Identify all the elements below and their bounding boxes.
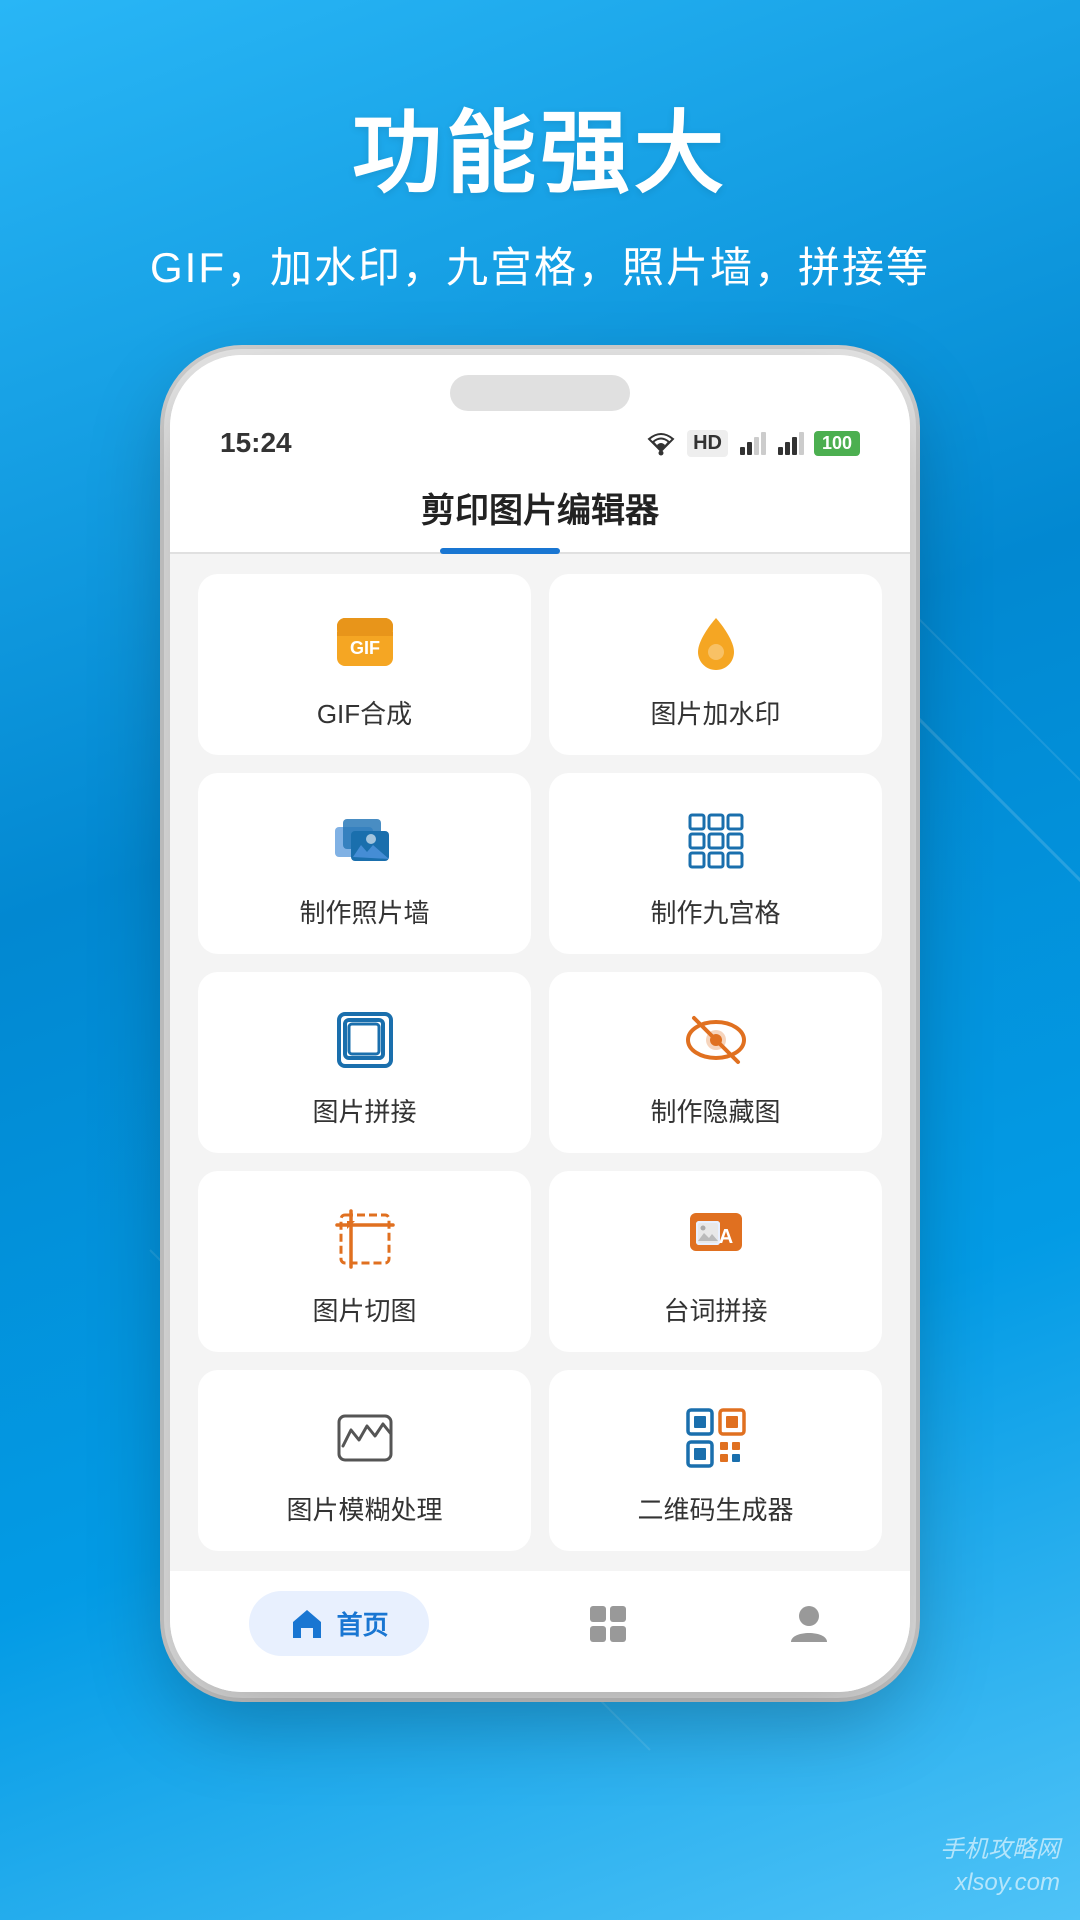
svg-text:GIF: GIF xyxy=(350,638,380,658)
feature-blur-label: 图片模糊处理 xyxy=(286,1490,442,1527)
feature-blur[interactable]: 图片模糊处理 xyxy=(198,1370,531,1551)
home-icon xyxy=(289,1606,325,1642)
feature-crop-label: 图片切图 xyxy=(312,1291,416,1328)
feature-qrcode-label: 二维码生成器 xyxy=(637,1490,793,1527)
feature-stitch-label: 图片拼接 xyxy=(312,1092,416,1129)
feature-watermark[interactable]: 图片加水印 xyxy=(549,574,882,755)
hd-badge: HD xyxy=(687,430,728,457)
wifi-icon xyxy=(645,429,677,457)
nine-grid-icon xyxy=(680,805,752,877)
feature-qrcode[interactable]: 二维码生成器 xyxy=(549,1370,882,1551)
status-time: 15:24 xyxy=(220,427,292,459)
phone-notch xyxy=(450,375,630,411)
feature-nine-grid[interactable]: 制作九宫格 xyxy=(549,773,882,954)
battery-icon: 100 xyxy=(814,431,860,456)
feature-dialogue[interactable]: A 台词拼接 xyxy=(549,1171,882,1352)
gif-icon: GIF xyxy=(329,606,401,678)
person-icon xyxy=(787,1602,831,1646)
feature-hidden[interactable]: 制作隐藏图 xyxy=(549,972,882,1153)
bottom-nav: 首页 xyxy=(170,1571,910,1692)
crop-icon xyxy=(329,1203,401,1275)
stitch-icon xyxy=(329,1004,401,1076)
watermark: 手机攻略网xlsoy.com xyxy=(940,1833,1060,1900)
feature-gif-label: GIF合成 xyxy=(317,694,412,731)
feature-dialogue-label: 台词拼接 xyxy=(663,1291,767,1328)
status-bar: 15:24 HD xyxy=(210,427,870,459)
feature-photo-wall-label: 制作照片墙 xyxy=(299,893,429,930)
grid-icon xyxy=(586,1602,630,1646)
signal-icon xyxy=(738,429,766,457)
photo-wall-icon xyxy=(329,805,401,877)
tab-inactive[interactable] xyxy=(560,548,640,554)
nav-tools[interactable] xyxy=(586,1602,630,1646)
page-subtitle: GIF，加水印，九宫格，照片墙，拼接等 xyxy=(0,234,1080,295)
nav-profile[interactable] xyxy=(787,1602,831,1646)
features-grid: GIF GIF合成 图片加水印 xyxy=(170,554,910,1571)
tab-active[interactable] xyxy=(440,548,560,554)
feature-crop[interactable]: 图片切图 xyxy=(198,1171,531,1352)
phone-top: 15:24 HD xyxy=(170,355,910,459)
svg-text:A: A xyxy=(718,1226,732,1248)
feature-photo-wall[interactable]: 制作照片墙 xyxy=(198,773,531,954)
app-header: 剪印图片编辑器 xyxy=(170,467,910,554)
nav-home-label: 首页 xyxy=(337,1605,389,1642)
page-header: 功能强大 GIF，加水印，九宫格，照片墙，拼接等 xyxy=(0,0,1080,295)
qrcode-icon xyxy=(680,1402,752,1474)
signal2-icon xyxy=(776,429,804,457)
feature-nine-grid-label: 制作九宫格 xyxy=(650,893,780,930)
page-title: 功能强大 xyxy=(0,80,1080,210)
feature-watermark-label: 图片加水印 xyxy=(650,694,780,731)
phone-mockup: 15:24 HD xyxy=(170,355,910,1692)
app-title: 剪印图片编辑器 xyxy=(170,483,910,532)
blur-icon xyxy=(329,1402,401,1474)
feature-stitch[interactable]: 图片拼接 xyxy=(198,972,531,1153)
watermark-icon xyxy=(680,606,752,678)
hidden-icon xyxy=(680,1004,752,1076)
status-icons: HD 100 xyxy=(645,429,860,457)
dialogue-icon: A xyxy=(680,1203,752,1275)
nav-home[interactable]: 首页 xyxy=(249,1591,429,1656)
feature-gif[interactable]: GIF GIF合成 xyxy=(198,574,531,755)
feature-hidden-label: 制作隐藏图 xyxy=(650,1092,780,1129)
